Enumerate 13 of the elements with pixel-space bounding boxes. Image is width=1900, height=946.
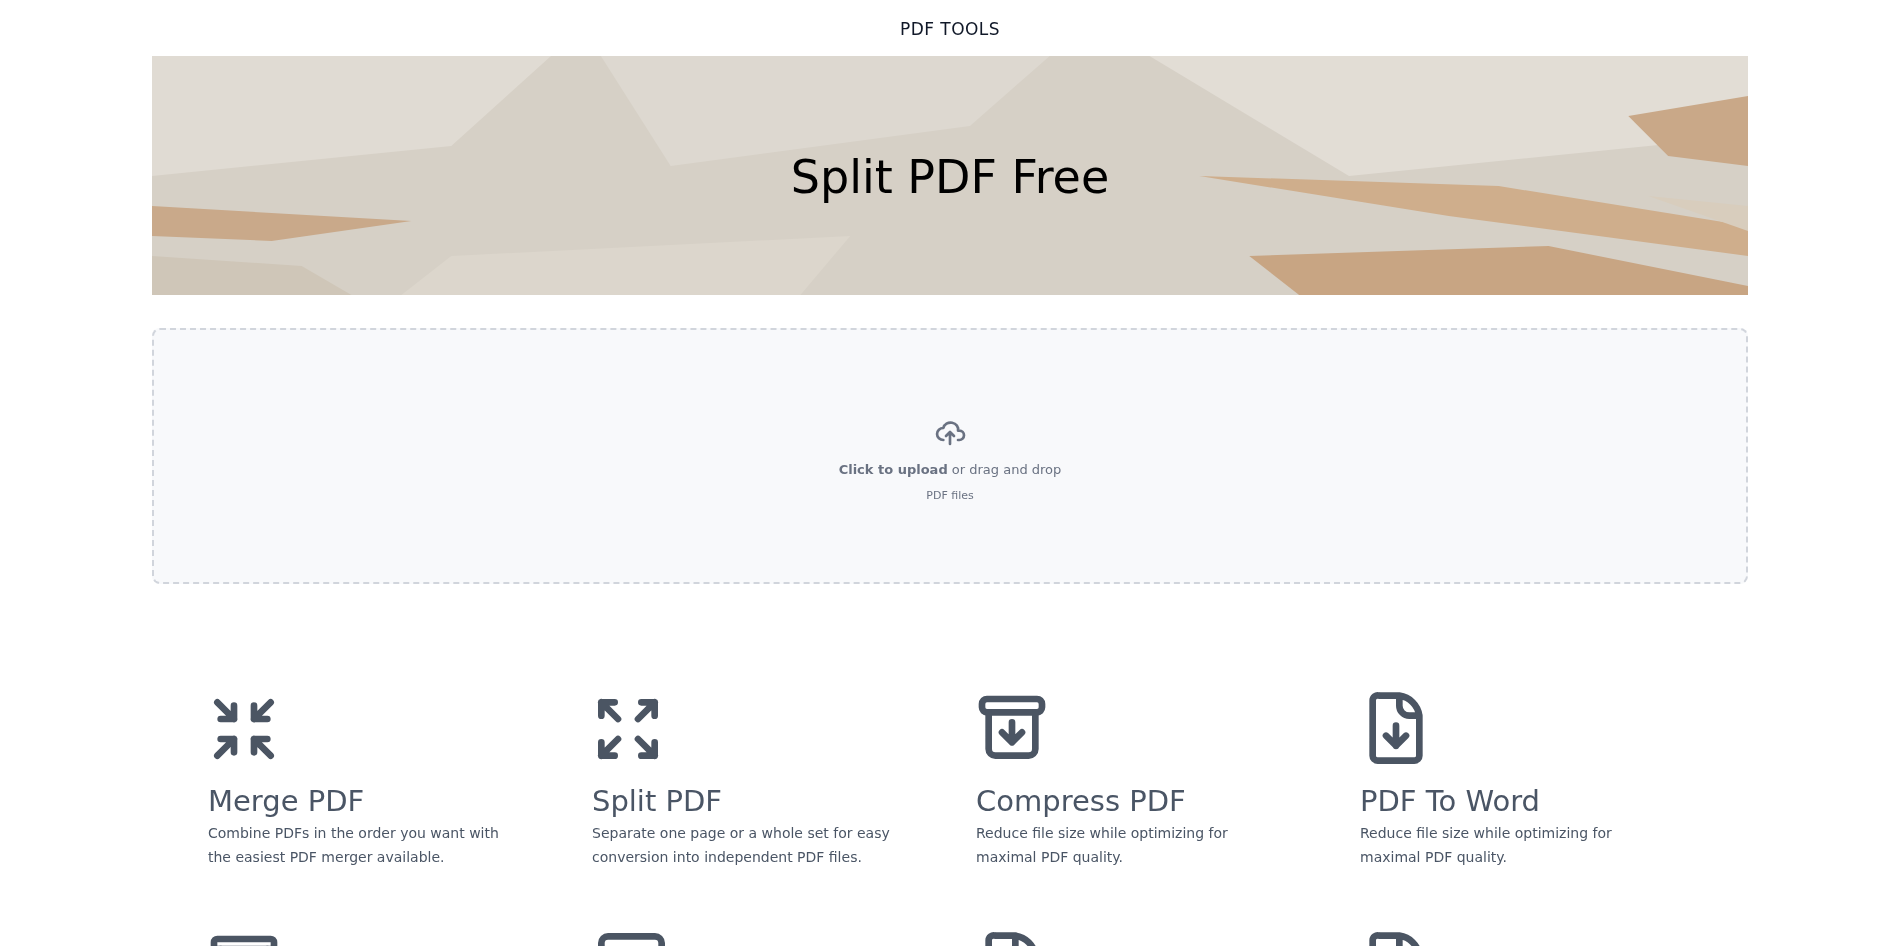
tool-description: Reduce file size while optimizing for maximal PDF quality. [1360,824,1613,867]
tool-description: Reduce file size while optimizing for maximal PDF quality. [976,824,1229,867]
tool-title[interactable]: Merge PDF [208,783,365,819]
tool-description: Separate one page or a whole set for easy conversion into independent PDF files. [592,824,891,867]
banner-title: Split PDF Free [790,149,1110,206]
upload-dropzone[interactable]: Click to upload or drag and drop PDF files [152,328,1748,584]
site-title: PDF TOOLS [900,18,1000,42]
tool-description: Combine PDFs in the order you want with the easiest PDF merger available. [208,824,500,867]
tool-title[interactable]: Split PDF [592,783,723,819]
tool-title[interactable]: Compress PDF [976,783,1186,819]
tool-title[interactable]: PDF To Word [1360,783,1540,819]
file-type-hint: PDF files [926,487,974,504]
upload-instructions: Click to upload or drag and drop [838,461,1062,479]
